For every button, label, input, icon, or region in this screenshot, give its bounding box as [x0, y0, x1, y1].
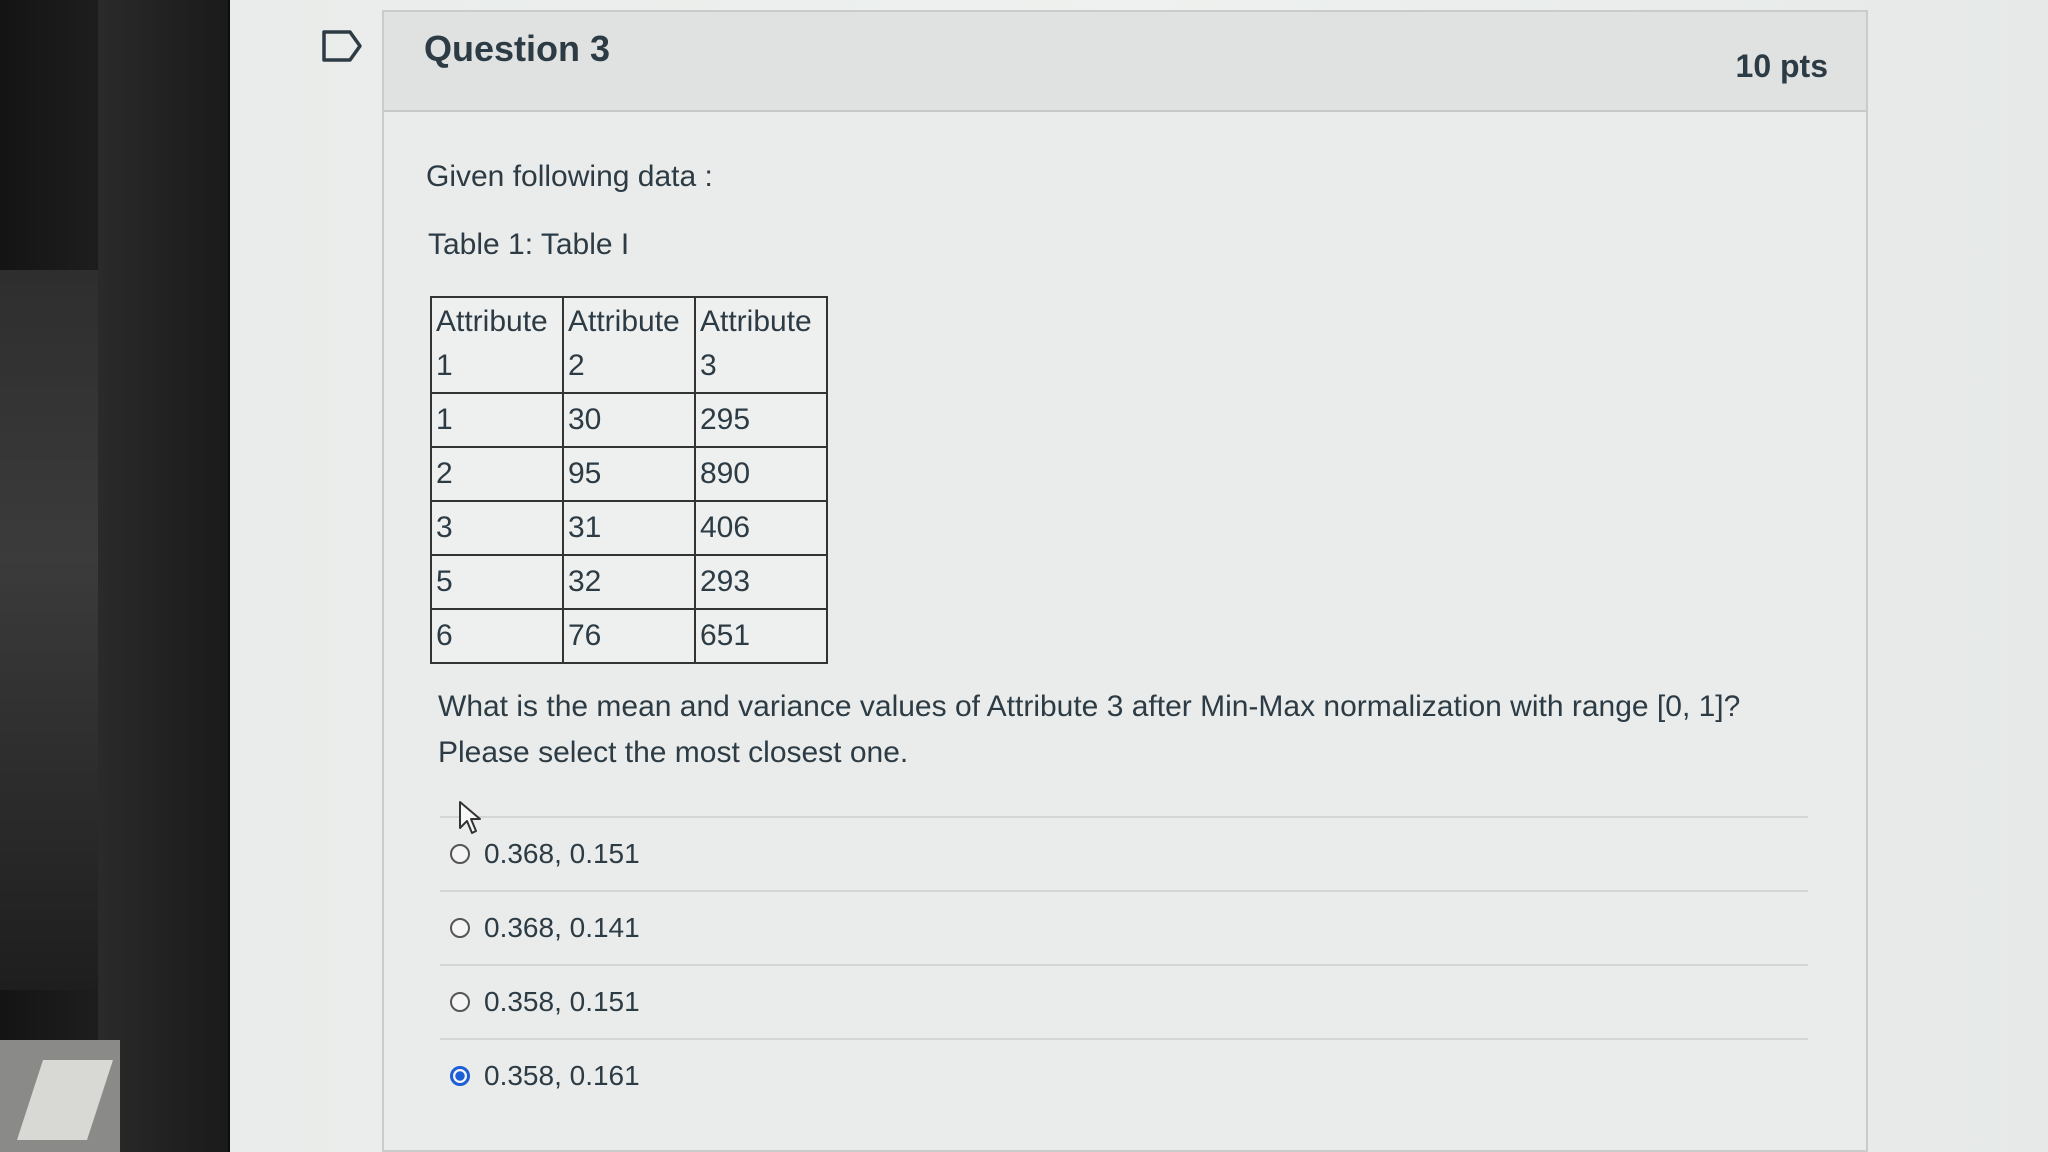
answer-option[interactable]: 0.358, 0.151	[440, 964, 1808, 1038]
answer-list: 0.368, 0.151 0.368, 0.141 0.358, 0.151 0…	[440, 816, 1808, 1112]
question-points: 10 pts	[1735, 48, 1828, 84]
answer-option[interactable]: 0.368, 0.151	[440, 816, 1808, 890]
table-cell: 890	[694, 446, 828, 502]
radio-button[interactable]	[450, 844, 470, 864]
flag-question-icon[interactable]	[322, 30, 364, 62]
table-cell: 30	[562, 392, 696, 448]
answer-option[interactable]: 0.368, 0.141	[440, 890, 1808, 964]
table-cell: 76	[562, 608, 696, 664]
table-cell: 2	[430, 446, 564, 502]
table-cell: 32	[562, 554, 696, 610]
table-cell: 95	[562, 446, 696, 502]
column-header: Attribute 3	[694, 296, 828, 394]
table-row: 1 30 295	[430, 392, 828, 448]
table-cell: 3	[430, 500, 564, 556]
table-cell: 293	[694, 554, 828, 610]
table-cell: 31	[562, 500, 696, 556]
table-cell: 651	[694, 608, 828, 664]
desk-background	[0, 270, 100, 990]
question-prompt: What is the mean and variance values of …	[438, 690, 1741, 769]
answer-option[interactable]: 0.358, 0.161	[440, 1038, 1808, 1112]
table-cell: 6	[430, 608, 564, 664]
table-cell: 5	[430, 554, 564, 610]
column-header: Attribute 1	[430, 296, 564, 394]
radio-button-selected[interactable]	[450, 1066, 470, 1086]
table-cell: 1	[430, 392, 564, 448]
mouse-pointer-icon	[459, 801, 481, 834]
answer-label[interactable]: 0.368, 0.141	[484, 912, 640, 944]
monitor-edge	[98, 0, 228, 1152]
table-row: 5 32 293	[430, 554, 828, 610]
column-header: Attribute 2	[562, 296, 696, 394]
data-table: Attribute 1 Attribute 2 Attribute 3 1 30…	[430, 296, 828, 664]
table-cell: 406	[694, 500, 828, 556]
radio-button[interactable]	[450, 992, 470, 1012]
table-header-row: Attribute 1 Attribute 2 Attribute 3	[430, 296, 828, 394]
table-caption: Table 1: Table I	[428, 228, 630, 261]
table-row: 2 95 890	[430, 446, 828, 502]
question-title: Question 3	[424, 28, 611, 69]
radio-button[interactable]	[450, 918, 470, 938]
answer-label[interactable]: 0.358, 0.161	[484, 1060, 640, 1092]
table-row: 6 76 651	[430, 608, 828, 664]
answer-label[interactable]: 0.368, 0.151	[484, 838, 640, 870]
question-intro: Given following data :	[426, 160, 713, 193]
answer-label[interactable]: 0.358, 0.151	[484, 986, 640, 1018]
table-row: 3 31 406	[430, 500, 828, 556]
table-cell: 295	[694, 392, 828, 448]
